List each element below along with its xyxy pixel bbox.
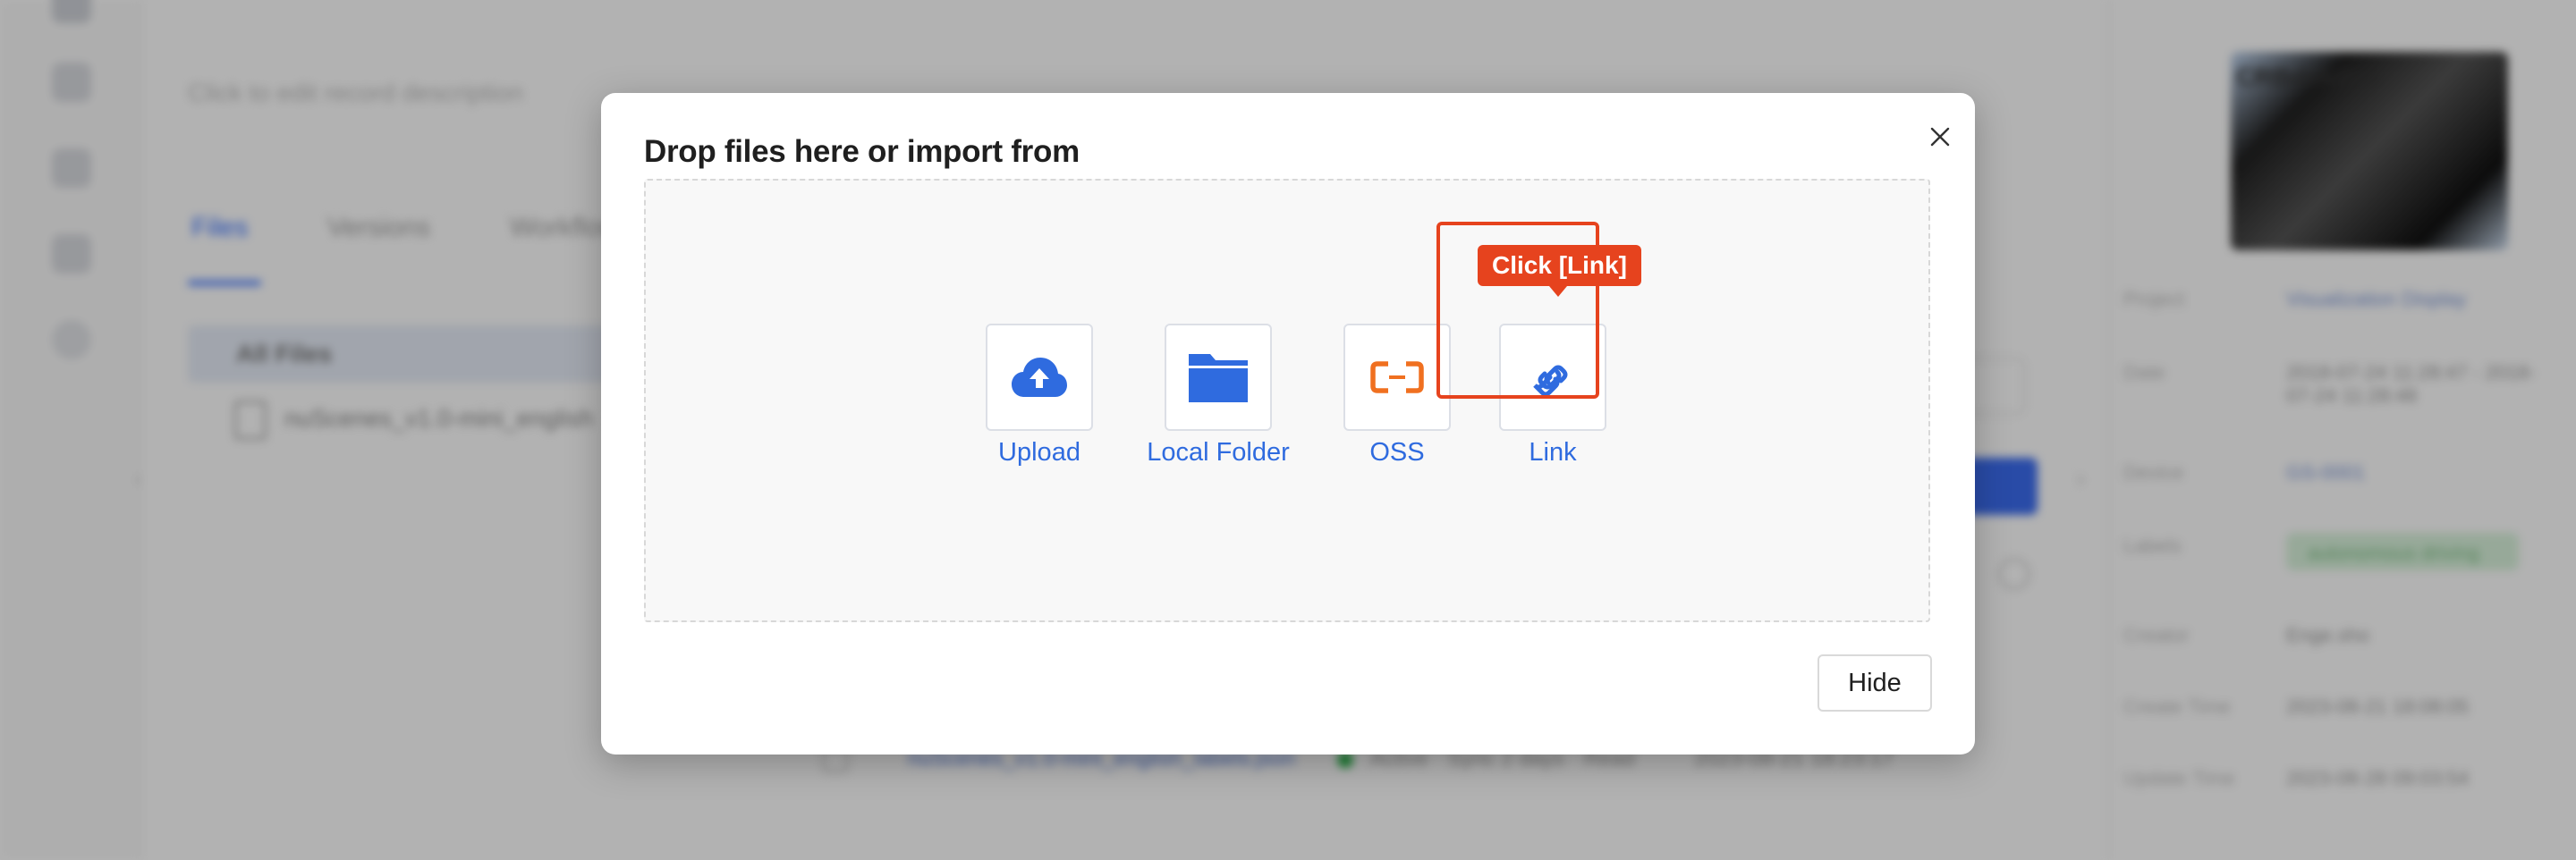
- cloud-upload-icon: [1012, 358, 1067, 397]
- source-local-folder-label: Local Folder: [1147, 438, 1290, 467]
- source-local-folder-tile[interactable]: [1165, 324, 1272, 431]
- hide-button[interactable]: Hide: [1818, 654, 1932, 712]
- source-local-folder[interactable]: Local Folder: [1129, 324, 1308, 493]
- import-modal: Drop files here or import from Upload Lo…: [601, 93, 1975, 755]
- source-oss-tile[interactable]: [1343, 324, 1451, 431]
- source-oss-label: OSS: [1369, 438, 1425, 467]
- source-upload[interactable]: Upload: [950, 324, 1129, 493]
- source-link-label: Link: [1529, 438, 1577, 467]
- tooltip-arrow: [1549, 286, 1567, 297]
- close-button[interactable]: [1921, 118, 1959, 156]
- folder-icon: [1189, 354, 1248, 402]
- source-upload-tile[interactable]: [986, 324, 1093, 431]
- modal-title: Drop files here or import from: [644, 134, 1080, 169]
- instruction-tooltip: Click [Link]: [1478, 245, 1641, 286]
- source-upload-label: Upload: [998, 438, 1080, 467]
- close-icon: [1930, 127, 1950, 147]
- oss-icon: [1370, 361, 1424, 393]
- drop-zone[interactable]: Upload Local Folder OSS Link: [644, 179, 1930, 622]
